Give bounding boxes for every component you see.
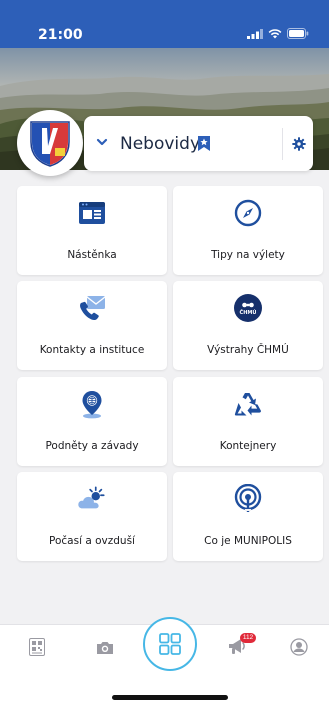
village-crest-logo[interactable] <box>17 110 83 176</box>
status-bar: 21:00 <box>0 0 329 50</box>
crest-shield-icon <box>30 121 70 167</box>
tile-label: Kontakty a instituce <box>39 344 145 356</box>
tile-containers[interactable]: Kontejnery <box>173 377 323 466</box>
location-pin-globe-icon <box>82 391 102 419</box>
tile-label: Nástěnka <box>67 249 117 261</box>
bulletin-board-icon <box>79 202 105 224</box>
tile-label: Co je MUNIPOLIS <box>204 535 292 547</box>
tile-trip-tips[interactable]: Tipy na výlety <box>173 186 323 275</box>
tile-label: Tipy na výlety <box>211 249 285 261</box>
status-time: 21:00 <box>38 27 83 43</box>
tile-contacts[interactable]: Kontakty a instituce <box>17 281 167 370</box>
tile-label: Počasí a ovzduší <box>49 535 135 547</box>
profile-icon <box>290 638 308 656</box>
tile-weather[interactable]: Počasí a ovzduší <box>17 472 167 561</box>
camera-icon <box>97 641 113 654</box>
gear-icon <box>292 137 306 151</box>
wifi-icon <box>268 28 282 38</box>
tile-label: Výstrahy ČHMÚ <box>207 344 289 356</box>
village-selector[interactable]: Nebovidy <box>84 116 313 171</box>
tile-label: Kontejnery <box>219 440 277 452</box>
notification-badge: 112 <box>240 633 256 643</box>
tile-about-munipolis[interactable]: Co je MUNIPOLIS <box>173 472 323 561</box>
tab-camera[interactable] <box>93 635 117 659</box>
tab-qr-scanner[interactable] <box>25 635 49 659</box>
village-name[interactable]: Nebovidy <box>120 134 200 154</box>
qr-code-icon <box>29 638 45 656</box>
settings-button[interactable] <box>288 133 310 155</box>
bottom-tab-bar: 112 <box>0 617 329 720</box>
signal-icon <box>247 28 263 39</box>
tab-profile[interactable] <box>287 635 311 659</box>
chevron-down-icon[interactable] <box>95 135 109 149</box>
battery-icon <box>287 28 309 39</box>
app-screen: 21:00 Nebovidy Nástěnka Tipy na výlety K… <box>0 0 329 720</box>
tab-home[interactable] <box>143 617 197 671</box>
weather-icon <box>78 486 105 509</box>
recycle-icon <box>234 393 261 416</box>
bookmark-star-icon[interactable] <box>198 136 210 151</box>
tile-reports[interactable]: Podněty a závady <box>17 377 167 466</box>
divider <box>282 128 283 160</box>
home-indicator <box>112 695 228 700</box>
compass-icon <box>234 199 262 227</box>
tile-label: Podněty a závady <box>45 440 139 452</box>
contacts-phone-icon <box>80 296 106 321</box>
munipolis-broadcast-icon <box>234 484 262 512</box>
status-icons <box>247 28 309 39</box>
chmu-warning-icon: ČHMÚ <box>234 294 262 322</box>
tile-bulletin-board[interactable]: Nástěnka <box>17 186 167 275</box>
home-grid-icon <box>159 633 181 655</box>
chmu-icon-text: ČHMÚ <box>240 309 257 316</box>
tile-chmu-warnings[interactable]: ČHMÚ Výstrahy ČHMÚ <box>173 281 323 370</box>
